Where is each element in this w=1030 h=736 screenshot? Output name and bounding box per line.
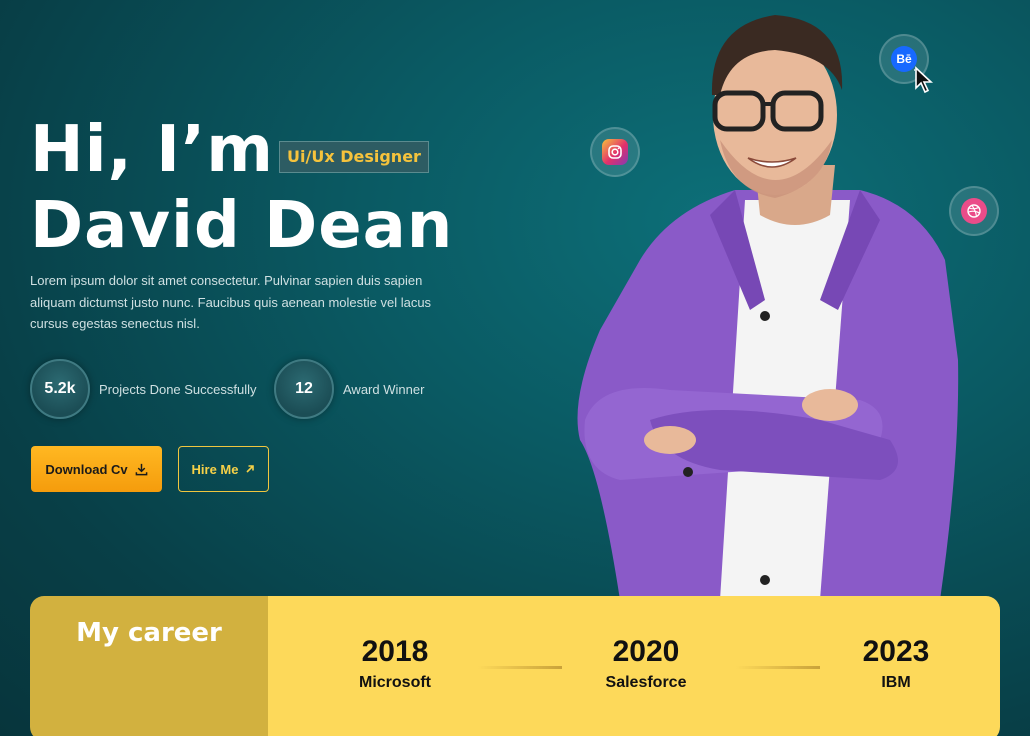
milestone-2020: 2020 Salesforce [596,634,696,692]
download-icon [135,463,148,475]
hire-me-label: Hire Me [191,461,239,477]
portrait-image [577,15,959,600]
milestone-company: IBM [881,674,911,691]
name-text: David Dean [30,189,454,263]
dribbble-icon [961,198,987,224]
hire-me-button[interactable]: Hire Me [178,446,269,492]
hero-heading: Hi, I’m David Dean [30,112,453,264]
career-section: My career 2018 Microsoft 2020 Salesforce… [30,596,1000,736]
milestone-company: Microsoft [359,674,431,691]
stat-projects-value: 5.2k [30,359,90,419]
career-timeline: 2018 Microsoft 2020 Salesforce 2023 IBM [268,596,1000,736]
milestone-company: Salesforce [605,674,687,691]
download-cv-button[interactable]: Download Cv [31,446,162,492]
cursor-pointer-icon [914,66,934,94]
intro-paragraph: Lorem ipsum dolor sit amet consectetur. … [30,273,432,331]
milestone-2023: 2023 IBM [856,634,936,692]
stat-awards: 12 Award Winner [274,359,424,419]
role-badge: Ui/Ux Designer [279,141,429,173]
arrow-up-right-icon [246,465,255,473]
milestone-year: 2018 [361,635,429,668]
dribbble-link[interactable] [949,186,999,236]
stat-awards-label: Award Winner [343,381,425,397]
milestone-2018: 2018 Microsoft [350,634,440,692]
career-title: My career [30,596,268,736]
download-cv-label: Download Cv [45,461,128,477]
stat-projects-label: Projects Done Successfully [99,381,257,397]
timeline-connector [736,666,820,669]
milestone-year: 2020 [612,635,680,668]
instagram-link[interactable] [590,127,640,177]
stat-projects: 5.2k Projects Done Successfully [30,359,257,419]
timeline-connector [478,666,562,669]
milestone-year: 2023 [862,635,930,668]
instagram-icon [602,139,628,165]
stat-awards-value: 12 [274,359,334,419]
